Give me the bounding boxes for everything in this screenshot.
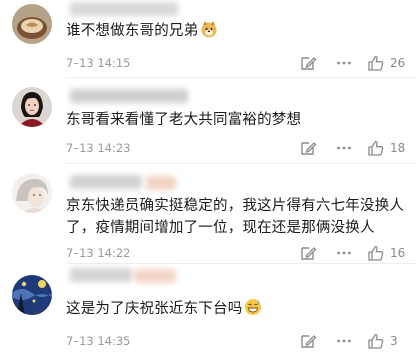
comment-time: 7–13 14:22 [66, 246, 131, 260]
thumbs-up-icon[interactable] [367, 244, 385, 262]
more-icon[interactable] [335, 54, 353, 72]
comment-actions: 18 [299, 139, 406, 157]
more-icon[interactable] [335, 244, 353, 262]
username-redacted [70, 268, 132, 282]
avatar-coffee-image [12, 4, 52, 44]
comment-text: 谁不想做东哥的兄弟 [66, 20, 406, 42]
avatar[interactable] [12, 173, 52, 213]
username-redacted [70, 2, 178, 16]
comment-item: 京东快递员确实挺稳定的，我这片得有六七年没换人了，疫情期间增加了一位，现在还是那… [0, 164, 416, 264]
username-redacted [70, 89, 188, 103]
edit-reply-icon[interactable] [299, 139, 317, 157]
avatar-portrait-image [12, 173, 52, 213]
comment-item: 这是为了庆祝张近东下台吗 7–13 14:35 3 [0, 264, 416, 358]
avatar-woman-image [12, 87, 52, 127]
username-redacted [70, 175, 142, 189]
avatar[interactable] [12, 4, 52, 44]
edit-reply-icon[interactable] [299, 244, 317, 262]
comment-item: 东哥看来看懂了老大共同富裕的梦想 7–13 14:23 18 [0, 78, 416, 164]
edit-reply-icon[interactable] [299, 332, 317, 350]
comment-actions: 26 [299, 54, 406, 72]
edit-reply-icon[interactable] [299, 54, 317, 72]
like-count: 3 [390, 334, 398, 348]
avatar[interactable] [12, 87, 52, 127]
username-redacted-colored [146, 176, 176, 190]
more-icon[interactable] [335, 139, 353, 157]
comment-actions: 16 [299, 244, 406, 262]
comment-actions: 3 [299, 332, 406, 350]
grin-sweat-emoji [244, 298, 262, 316]
comment-time: 7–13 14:35 [66, 334, 131, 348]
like-count: 18 [390, 141, 406, 155]
comment-time: 7–13 14:15 [66, 56, 131, 70]
like-count: 16 [390, 246, 406, 260]
avatar-starry-night-image [12, 275, 52, 315]
thumbs-up-icon[interactable] [367, 332, 385, 350]
thumbs-up-icon[interactable] [367, 139, 385, 157]
like-count: 26 [390, 56, 406, 70]
comment-text: 这是为了庆祝张近东下台吗 [66, 298, 406, 320]
thumbs-up-icon[interactable] [367, 54, 385, 72]
username-redacted-colored [134, 269, 176, 283]
comment-text: 东哥看来看懂了老大共同富裕的梦想 [66, 112, 302, 128]
comment-text: 京东快递员确实挺稳定的，我这片得有六七年没换人了，疫情期间增加了一位，现在还是那… [66, 198, 405, 236]
doge-emoji [200, 20, 218, 38]
comment-time: 7–13 14:23 [66, 141, 131, 155]
more-icon[interactable] [335, 332, 353, 350]
avatar[interactable] [12, 275, 52, 315]
comment-item: 谁不想做东哥的兄弟 7–13 14:15 26 [0, 0, 416, 78]
